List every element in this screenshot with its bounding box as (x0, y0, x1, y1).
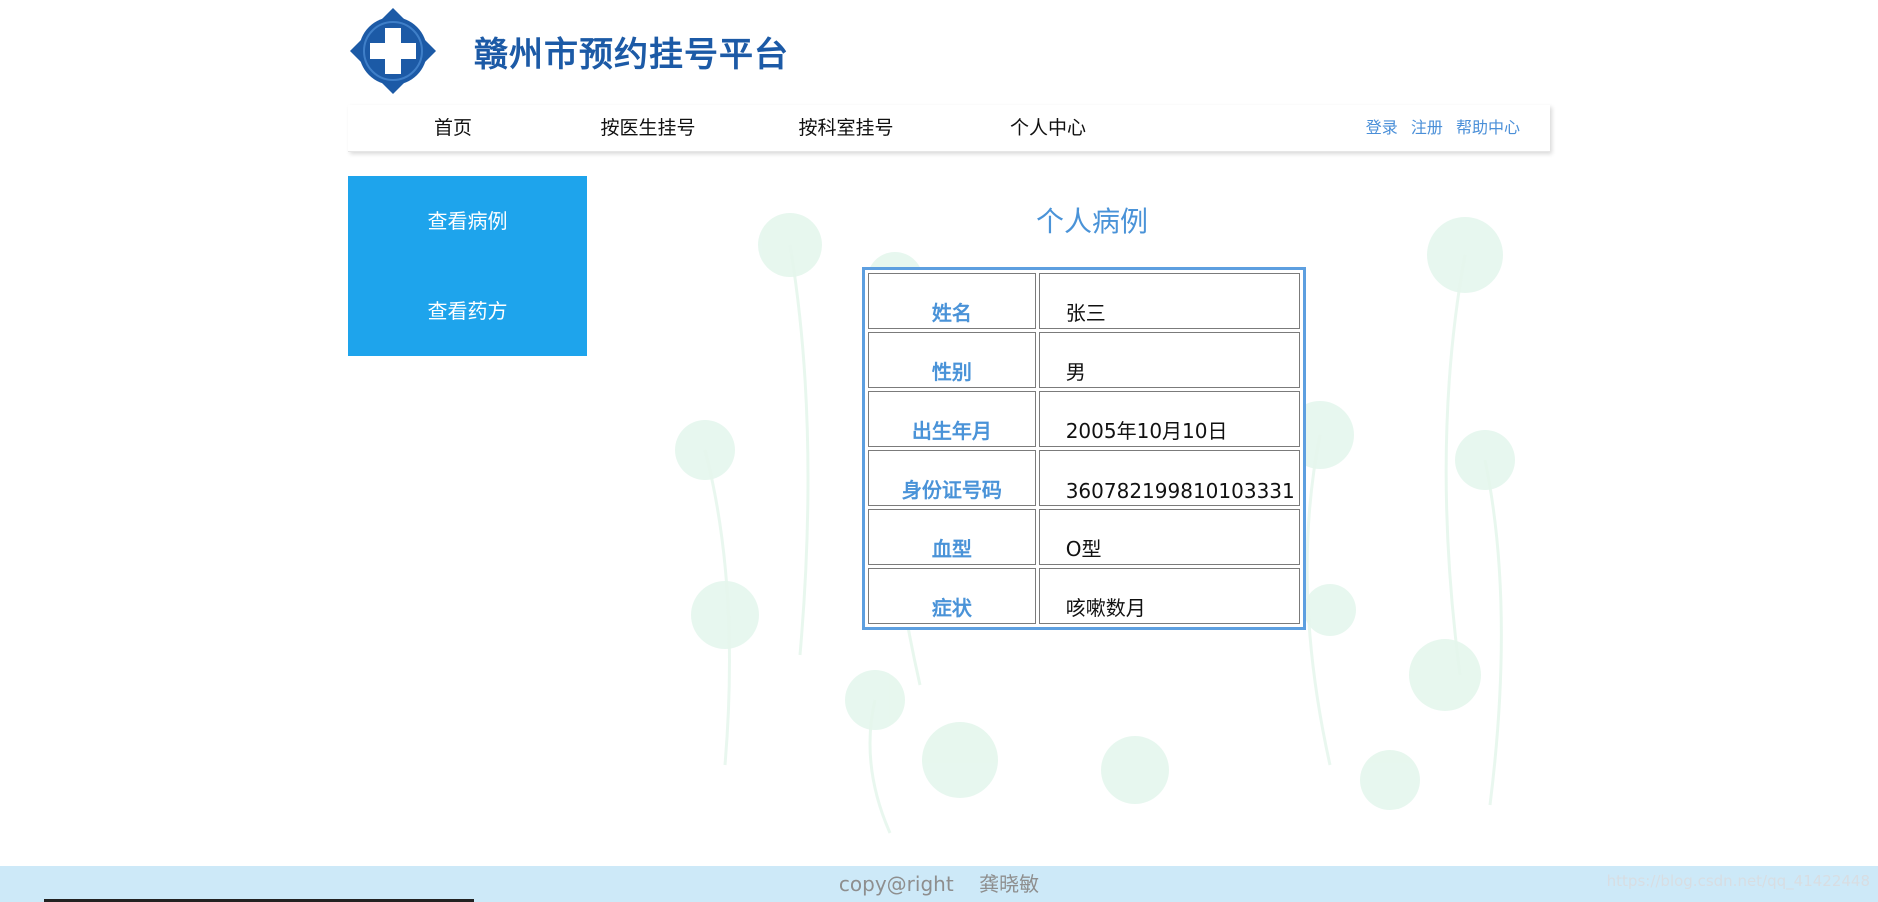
blog-watermark: https://blog.csdn.net/qq_41422448 (1606, 872, 1870, 890)
sidebar-item-view-records[interactable]: 查看病例 (348, 176, 587, 266)
register-link[interactable]: 注册 (1411, 118, 1443, 137)
main-nav: 首页 按医生挂号 按科室挂号 个人中心 登录 注册 帮助中心 (348, 105, 1550, 152)
row-value-blood-type: O型 (1038, 509, 1300, 565)
row-label-name: 姓名 (868, 273, 1036, 329)
login-link[interactable]: 登录 (1366, 118, 1398, 137)
table-row: 身份证号码 360782199810103331 (868, 450, 1300, 506)
row-value-gender: 男 (1038, 332, 1300, 388)
site-header: 赣州市预约挂号平台 (348, 6, 789, 96)
medical-record-table: 姓名 张三 性别 男 出生年月 2005年10月10日 身份证号码 360782… (862, 267, 1306, 630)
medical-cross-logo-icon[interactable] (348, 6, 438, 96)
table-row: 出生年月 2005年10月10日 (868, 391, 1300, 447)
row-label-birthdate: 出生年月 (868, 391, 1036, 447)
table-row: 血型 O型 (868, 509, 1300, 565)
table-row: 症状 咳嗽数月 (868, 568, 1300, 624)
nav-account-links: 登录 注册 帮助中心 (1358, 105, 1520, 151)
site-title[interactable]: 赣州市预约挂号平台 (474, 27, 789, 76)
row-value-birthdate: 2005年10月10日 (1038, 391, 1300, 447)
row-value-name: 张三 (1038, 273, 1300, 329)
footer-copyright: copy@right 龚晓敏 (838, 872, 1040, 896)
row-value-id-number: 360782199810103331 (1038, 450, 1300, 506)
page-title: 个人病例 (1035, 205, 1148, 238)
table-row: 姓名 张三 (868, 273, 1300, 329)
help-center-link[interactable]: 帮助中心 (1456, 118, 1520, 137)
nav-home[interactable]: 首页 (408, 105, 498, 151)
page-footer: copy@right 龚晓敏 (0, 866, 1878, 902)
row-value-symptoms: 咳嗽数月 (1038, 568, 1300, 624)
row-label-gender: 性别 (868, 332, 1036, 388)
sidebar-menu: 查看病例 查看药方 (348, 176, 587, 356)
table-row: 性别 男 (868, 332, 1300, 388)
row-label-blood-type: 血型 (868, 509, 1036, 565)
row-label-symptoms: 症状 (868, 568, 1036, 624)
row-label-id-number: 身份证号码 (868, 450, 1036, 506)
nav-personal-center[interactable]: 个人中心 (996, 105, 1100, 151)
nav-by-department[interactable]: 按科室挂号 (786, 105, 906, 151)
nav-by-doctor[interactable]: 按医生挂号 (588, 105, 708, 151)
sidebar-item-view-prescriptions[interactable]: 查看药方 (348, 266, 587, 356)
